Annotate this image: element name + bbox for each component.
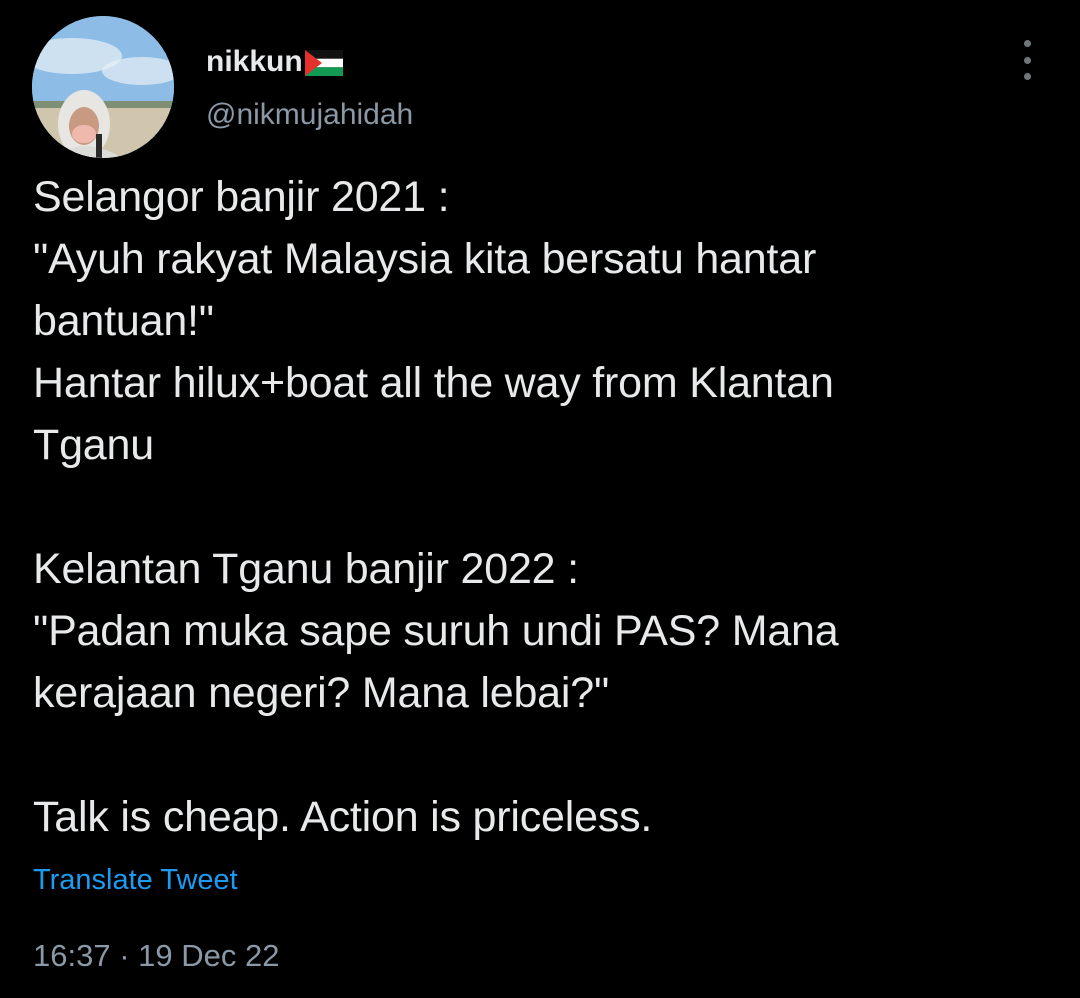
tweet-line: Hantar hilux+boat all the way from Klant… [33,359,834,407]
tweet-line: Talk is cheap. Action is priceless. [33,793,653,841]
tweet-time: 16:37 [33,938,111,973]
tweet: nikkun @nikmujahidah Selangor banjir 202… [0,0,1080,998]
author-display-name[interactable]: nikkun [206,44,343,80]
tweet-date: 19 Dec 22 [138,938,280,973]
avatar[interactable] [32,16,174,158]
translate-tweet-link[interactable]: Translate Tweet [33,862,238,898]
more-dot-icon [1023,56,1031,64]
author-handle[interactable]: @nikmujahidah [206,97,413,133]
palestine-flag-icon [304,49,343,76]
tweet-line [33,724,1043,786]
tweet-line [33,476,1043,538]
more-dot-icon [1023,40,1031,47]
meta-separator: · [119,938,130,973]
tweet-line: "Padan muka sape suruh undi PAS? Mana [33,607,839,655]
tweet-line: "Ayuh rakyat Malaysia kita bersatu hanta… [33,235,817,283]
more-options-button[interactable] [1010,40,1044,80]
tweet-text: Selangor banjir 2021 : "Ayuh rakyat Mala… [33,166,1043,848]
tweet-line: bantuan!" [33,297,214,345]
more-dot-icon [1023,73,1031,80]
tweet-line: kerajaan negeri? Mana lebai?" [33,669,610,717]
tweet-line: Kelantan Tganu banjir 2022 : [33,545,579,593]
tweet-line: Tganu [33,421,154,469]
display-name-text: nikkun [206,45,303,78]
tweet-timestamp[interactable]: 16:37 · 19 Dec 22 [33,937,279,975]
tweet-line: Selangor banjir 2021 : [33,173,450,221]
